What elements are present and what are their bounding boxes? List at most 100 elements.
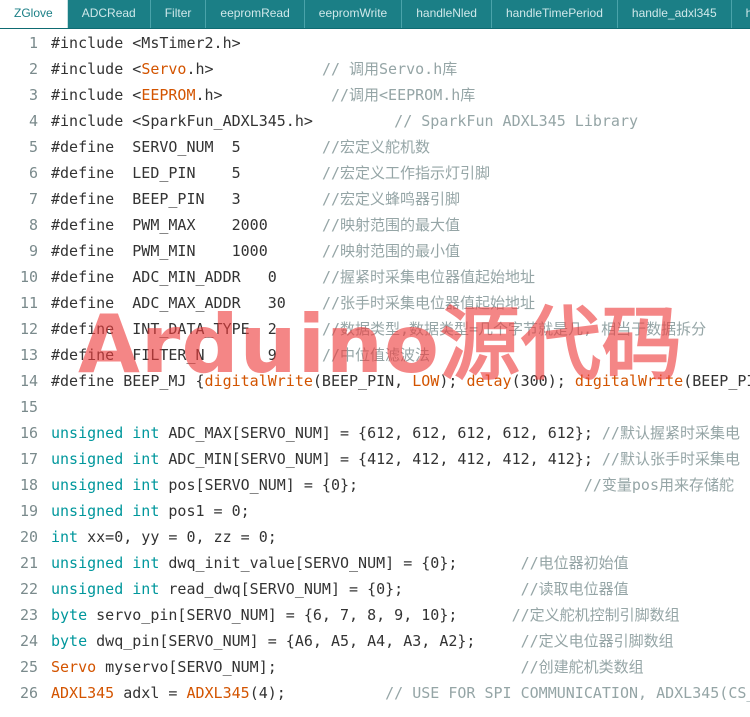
code-token: unsigned bbox=[51, 476, 124, 494]
code-comment: //创建舵机类数组 bbox=[520, 658, 644, 676]
code-line[interactable]: 19 unsigned int pos1 = 0; bbox=[0, 498, 750, 524]
code-token: ADXL345 bbox=[51, 684, 115, 702]
code-token: int bbox=[132, 554, 160, 572]
code-token: unsigned bbox=[51, 554, 124, 572]
code-token: .h> bbox=[195, 86, 331, 104]
code-token: digitalWrite bbox=[204, 372, 313, 390]
code-token: servo_pin[SERVO_NUM] = {6, 7, 8, 9, 10}; bbox=[87, 606, 512, 624]
code-token: (BEEP_PIN bbox=[683, 372, 750, 390]
code-token: LOW bbox=[412, 372, 440, 390]
code-line[interactable]: 13 #define FILTER_N 9 //中位值滤波法 bbox=[0, 342, 750, 368]
sketch-tab-bar: ZGlove ADCRead Filter eepromRead eepromWrite… bbox=[0, 0, 750, 29]
code-editor[interactable]: 1 #include <MsTimer2.h> 2 #include <Servo.h… bbox=[0, 30, 750, 717]
code-token: unsigned bbox=[51, 450, 124, 468]
line-number: 16 bbox=[19, 424, 38, 442]
code-line[interactable]: 4 #include <SparkFun_ADXL345.h> // SparkF… bbox=[0, 108, 750, 134]
tab-adcread[interactable]: ADCRead bbox=[67, 0, 151, 28]
line-number: 18 bbox=[19, 476, 38, 494]
code-line[interactable]: 24 byte dwq_pin[SERVO_NUM] = {A6, A5, A4,… bbox=[0, 628, 750, 654]
code-line[interactable]: 10 #define ADC_MIN_ADDR 0 //握紧时采集电位器值起始地址 bbox=[0, 264, 750, 290]
code-line[interactable]: 23 byte servo_pin[SERVO_NUM] = {6, 7, 8, … bbox=[0, 602, 750, 628]
line-number: 20 bbox=[19, 528, 38, 546]
code-token: ADC_MAX[SERVO_NUM] = {612, 612, 612, 612… bbox=[159, 424, 602, 442]
code-text: unsigned int ADC_MAX[SERVO_NUM] = {612, … bbox=[51, 420, 740, 446]
code-comment: //宏定义舵机数 bbox=[321, 138, 430, 156]
code-token: unsigned bbox=[51, 580, 124, 598]
code-token: int bbox=[132, 502, 160, 520]
line-number: 25 bbox=[19, 658, 38, 676]
code-line[interactable]: 15 bbox=[0, 394, 750, 420]
code-line[interactable]: 22 unsigned int read_dwq[SERVO_NUM] = {0}… bbox=[0, 576, 750, 602]
line-number: 1 bbox=[28, 34, 38, 52]
code-token: #include <MsTimer2.h> bbox=[51, 34, 241, 52]
code-token: ); bbox=[439, 372, 467, 390]
code-line[interactable]: 6 #define LED_PIN 5 //宏定义工作指示灯引脚 bbox=[0, 160, 750, 186]
code-line[interactable]: 11 #define ADC_MAX_ADDR 30 //张手时采集电位器值起始地… bbox=[0, 290, 750, 316]
code-line[interactable]: 8 #define PWM_MAX 2000 //映射范围的最大值 bbox=[0, 212, 750, 238]
code-line[interactable]: 25 Servo myservo[SERVO_NUM]; //创建舵机类数组 bbox=[0, 654, 750, 680]
code-line[interactable]: 2 #include <Servo.h> // 调用Servo.h库 bbox=[0, 56, 750, 82]
line-number: 12 bbox=[19, 320, 38, 338]
code-token: #define PWM_MIN 1000 bbox=[51, 242, 322, 260]
line-number: 15 bbox=[19, 398, 38, 416]
code-line[interactable]: 26 ADXL345 adxl = ADXL345(4); // USE FOR … bbox=[0, 680, 750, 706]
code-token: delay bbox=[466, 372, 512, 390]
code-line[interactable]: 3 #include <EEPROM.h> //调用<EEPROM.h库 bbox=[0, 82, 750, 108]
tab-handlenled[interactable]: handleNled bbox=[402, 0, 492, 28]
code-token: (BEEP_PIN, bbox=[312, 372, 413, 390]
line-number: 9 bbox=[28, 242, 38, 260]
code-token: int bbox=[132, 476, 160, 494]
code-text: #define INT_DATA_TYPE 2 //数据类型,数据类型=几个字节… bbox=[51, 316, 706, 342]
tab-eepromread[interactable]: eepromRead bbox=[206, 0, 305, 28]
code-line[interactable]: 1 #include <MsTimer2.h> bbox=[0, 30, 750, 56]
code-comment: //握紧时采集电位器值起始地址 bbox=[321, 268, 536, 286]
code-text: byte servo_pin[SERVO_NUM] = {6, 7, 8, 9,… bbox=[51, 602, 680, 628]
line-number: 5 bbox=[28, 138, 38, 156]
code-text: #define BEEP_PIN 3 //宏定义蜂鸣器引脚 bbox=[51, 186, 460, 212]
code-comment: //变量pos用来存储舵 bbox=[583, 476, 734, 494]
code-line[interactable]: 9 #define PWM_MIN 1000 //映射范围的最小值 bbox=[0, 238, 750, 264]
code-token: int bbox=[132, 424, 160, 442]
tab-ha[interactable]: ha bbox=[731, 0, 750, 28]
code-line[interactable]: 20 int xx=0, yy = 0, zz = 0; bbox=[0, 524, 750, 550]
code-token: int bbox=[51, 528, 79, 546]
tab-filter[interactable]: Filter bbox=[150, 0, 207, 28]
code-token: (300); bbox=[511, 372, 575, 390]
code-text: Servo myservo[SERVO_NUM]; //创建舵机类数组 bbox=[51, 654, 644, 680]
code-text: #define LED_PIN 5 //宏定义工作指示灯引脚 bbox=[51, 160, 490, 186]
code-line[interactable]: 18 unsigned int pos[SERVO_NUM] = {0}; //变… bbox=[0, 472, 750, 498]
line-number: 11 bbox=[19, 294, 38, 312]
code-line[interactable]: 5 #define SERVO_NUM 5 //宏定义舵机数 bbox=[0, 134, 750, 160]
code-token: digitalWrite bbox=[574, 372, 684, 390]
code-comment: // 调用Servo.h库 bbox=[321, 60, 458, 78]
code-comment: //数据类型,数据类型=几个字节就是几, 相当于数据拆分 bbox=[321, 320, 707, 338]
code-comment: //张手时采集电位器值起始地址 bbox=[321, 294, 536, 312]
code-token: pos[SERVO_NUM] = {0}; bbox=[159, 476, 584, 494]
code-comment: // SparkFun ADXL345 Library bbox=[394, 112, 639, 130]
tab-handletimeperiod[interactable]: handleTimePeriod bbox=[491, 0, 618, 28]
code-text: #define ADC_MIN_ADDR 0 //握紧时采集电位器值起始地址 bbox=[51, 264, 535, 290]
code-text: unsigned int pos1 = 0; bbox=[51, 498, 250, 524]
line-number: 19 bbox=[19, 502, 38, 520]
code-line[interactable]: 21 unsigned int dwq_init_value[SERVO_NUM]… bbox=[0, 550, 750, 576]
code-comment: //默认握紧时采集电 bbox=[601, 424, 740, 442]
code-text: #include <EEPROM.h> //调用<EEPROM.h库 bbox=[51, 82, 475, 108]
code-line[interactable]: 7 #define BEEP_PIN 3 //宏定义蜂鸣器引脚 bbox=[0, 186, 750, 212]
code-line[interactable]: 14 #define BEEP_MJ {digitalWrite(BEEP_PIN… bbox=[0, 368, 750, 394]
line-number: 21 bbox=[19, 554, 38, 572]
tab-eepromwrite[interactable]: eepromWrite bbox=[304, 0, 403, 28]
code-text: unsigned int dwq_init_value[SERVO_NUM] =… bbox=[51, 550, 629, 576]
code-text: #define ADC_MAX_ADDR 30 //张手时采集电位器值起始地址 bbox=[51, 290, 535, 316]
tab-handle-adxl345[interactable]: handle_adxl345 bbox=[617, 0, 732, 28]
code-line[interactable]: 16 unsigned int ADC_MAX[SERVO_NUM] = {612… bbox=[0, 420, 750, 446]
code-line[interactable]: 12 #define INT_DATA_TYPE 2 //数据类型,数据类型=几个… bbox=[0, 316, 750, 342]
code-line[interactable]: 17 unsigned int ADC_MIN[SERVO_NUM] = {412… bbox=[0, 446, 750, 472]
code-token: pos1 = 0; bbox=[159, 502, 250, 520]
code-comment: //电位器初始值 bbox=[520, 554, 629, 572]
code-text: #define SERVO_NUM 5 //宏定义舵机数 bbox=[51, 134, 430, 160]
code-text: #include <MsTimer2.h> bbox=[51, 30, 241, 56]
tab-zglove[interactable]: ZGlove bbox=[0, 0, 68, 28]
